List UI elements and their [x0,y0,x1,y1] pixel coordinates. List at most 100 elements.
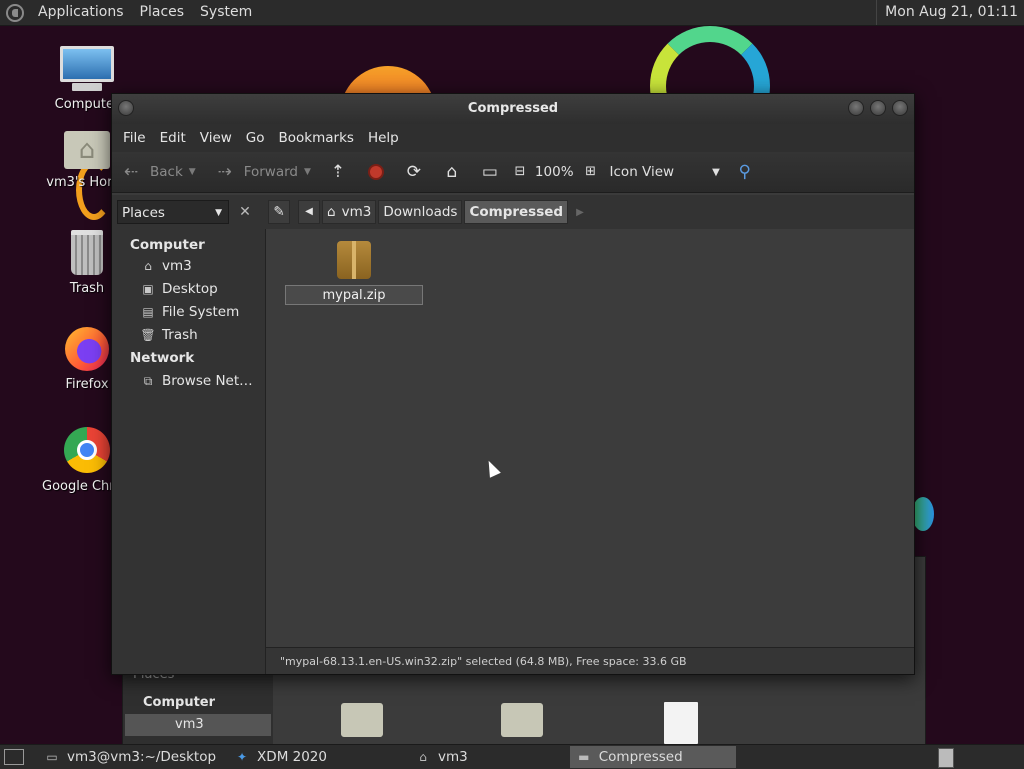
drive-icon: ▤ [142,305,154,319]
show-desktop-icon[interactable] [4,749,24,765]
chevron-right-icon[interactable]: ▶ [576,207,584,218]
wallpaper-blob [912,497,934,531]
reload-icon: ⟳ [406,162,422,182]
breadcrumb-left-button[interactable]: ◀ [298,200,320,224]
back-button[interactable]: ⇠ Back ▼ [120,161,196,183]
firefox-icon [65,327,109,371]
menu-file[interactable]: File [116,130,153,146]
location-bar: Places ▼ ✕ ✎ ◀ ⌂ vm3 Downloads Compresse… [112,195,914,229]
terminal-icon: ▭ [46,750,58,764]
sidebar-item-file-system[interactable]: ▤ File System [140,304,239,320]
zoom-in-button[interactable]: ⊞ [580,161,602,183]
sidebar-item-trash[interactable]: 🗑︎ Trash [140,327,197,343]
menu-view[interactable]: View [193,130,239,146]
forward-button[interactable]: ⇢ Forward ▼ [214,161,311,183]
home-button[interactable]: ⌂ [441,161,463,183]
mate-logo-icon[interactable] [6,3,24,22]
reload-button[interactable]: ⟳ [403,161,425,183]
chevron-down-icon: ▼ [712,166,720,178]
sidebar-type-select[interactable]: Places ▼ [117,200,229,224]
edit-location-button[interactable]: ✎ [268,200,290,224]
arrow-right-icon: ⇢ [217,162,232,182]
menu-applications[interactable]: Applications [30,0,132,25]
folder-icon[interactable] [341,703,383,737]
stop-button[interactable] [365,161,387,183]
stop-icon [365,161,387,183]
file-view[interactable]: mypal.zip [266,229,914,647]
xdm-icon: ✦ [237,750,248,764]
menu-go[interactable]: Go [239,130,272,146]
window-titlebar[interactable]: Compressed [112,94,914,124]
maximize-button[interactable] [870,100,886,116]
document-icon[interactable] [664,702,698,744]
arrow-left-icon: ⇠ [123,162,139,182]
breadcrumb: ✎ ◀ ⌂ vm3 Downloads Compressed ▶ [268,200,584,224]
chevron-down-icon[interactable]: ▼ [189,167,196,177]
chevron-down-icon: ▼ [215,208,222,218]
arrow-up-icon: ⇡ [330,162,346,182]
pencil-icon: ✎ [273,204,285,220]
taskbar-item-xdm[interactable]: ✦ XDM 2020 [228,746,333,768]
sidebar-group-network: Network [130,350,195,366]
workspace-switcher[interactable] [938,748,954,768]
clock[interactable]: Mon Aug 21, 01:11 [876,0,1018,25]
menu-system[interactable]: System [192,0,260,25]
home-folder-icon: ⌂ [144,259,152,273]
window-title: Compressed [467,101,559,116]
toolbar: ⇠ Back ▼ ⇢ Forward ▼ ⇡ ⟳ ⌂ ▭ ⊟ 100% ⊞ Ic… [112,152,914,193]
breadcrumb-compressed[interactable]: Compressed [464,200,569,224]
sidebar-group-computer: Computer [130,237,205,253]
close-sidebar-icon[interactable]: ✕ [233,200,257,224]
minimize-button[interactable] [848,100,864,116]
folder-icon: ▬ [578,750,590,764]
menu-edit[interactable]: Edit [153,130,193,146]
chevron-left-icon: ◀ [305,206,313,217]
menu-bookmarks[interactable]: Bookmarks [272,130,361,146]
search-button[interactable]: ⚲ [734,161,756,183]
breadcrumb-downloads[interactable]: Downloads [378,200,463,224]
taskbar-item-terminal[interactable]: ▭ vm3@vm3:~/Desktop [38,746,222,768]
places-sidebar: Computer ⌂ vm3 ▣ Desktop ▤ File System 🗑… [112,229,266,674]
view-mode-select[interactable]: Icon View ▼ [610,164,720,180]
computer-icon [60,46,114,82]
home-folder-icon: ⌂ [327,204,336,220]
sidebar-item-vm3[interactable]: ⌂ vm3 [140,258,192,274]
up-button[interactable]: ⇡ [327,161,349,183]
trash-icon: 🗑︎ [140,328,156,342]
zoom-out-icon: ⊟ [514,164,526,179]
bg-sidebar-item-vm3[interactable]: vm3 [125,714,271,736]
window-menu-button[interactable] [118,100,134,116]
taskbar-item-vm3[interactable]: ⌂ vm3 [409,746,474,768]
sidebar-item-desktop[interactable]: ▣ Desktop [140,281,217,297]
rename-field[interactable]: mypal.zip [285,285,423,305]
zoom-level[interactable]: 100% [535,164,574,180]
taskbar-item-compressed[interactable]: ▬ Compressed [569,746,736,768]
computer-icon: ▭ [481,162,498,182]
folder-icon[interactable] [501,703,543,737]
home-folder-icon [64,131,110,169]
zoom-out-button[interactable]: ⊟ [509,161,531,183]
computer-button[interactable]: ▭ [479,161,501,183]
zip-archive-icon [337,241,371,279]
chevron-down-icon[interactable]: ▼ [304,167,311,177]
home-folder-icon: ⌂ [419,750,427,764]
close-button[interactable] [892,100,908,116]
bg-sidebar-computer: Computer [143,695,216,710]
menu-help[interactable]: Help [361,130,406,146]
home-folder-icon: ⌂ [446,162,458,182]
chrome-icon [64,427,110,473]
menu-places[interactable]: Places [132,0,193,25]
breadcrumb-vm3[interactable]: ⌂ vm3 [322,200,377,224]
sidebar-item-browse-network[interactable]: ⧉ Browse Net… [140,373,253,389]
top-panel: Applications Places System Mon Aug 21, 0… [0,0,1024,26]
zoom-in-icon: ⊞ [585,164,596,179]
desktop-folder-icon: ▣ [142,282,154,296]
menubar: File Edit View Go Bookmarks Help [112,124,914,152]
bottom-panel: ▭ vm3@vm3:~/Desktop ✦ XDM 2020 ⌂ vm3 ▬ C… [0,744,1024,769]
status-bar: "mypal-68.13.1.en-US.win32.zip" selected… [266,647,914,674]
file-item[interactable]: mypal.zip [284,241,424,305]
trash-icon [71,230,103,275]
file-manager-window: Compressed File Edit View Go Bookmarks H… [111,93,915,675]
search-icon: ⚲ [738,162,751,182]
network-icon: ⧉ [143,374,153,388]
